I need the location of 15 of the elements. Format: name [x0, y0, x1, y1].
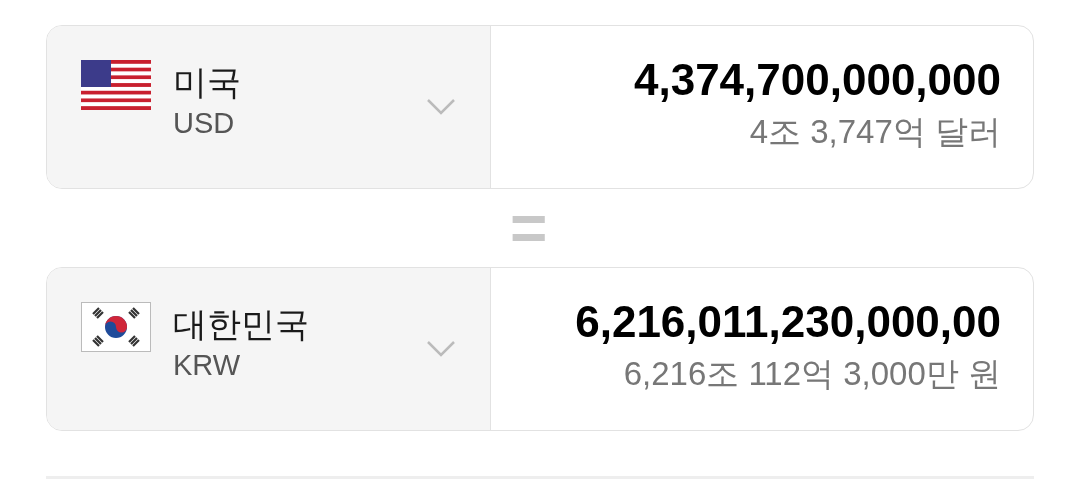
chevron-down-icon — [426, 98, 456, 116]
amount-value[interactable]: 6,216,011,230,000,00 — [575, 293, 1001, 351]
flag-icon — [81, 302, 151, 352]
flag-icon — [81, 60, 151, 110]
country-name: 대한민국 — [173, 304, 310, 345]
currency-code: USD — [173, 106, 236, 141]
currency-selector[interactable]: 미국 USD — [47, 26, 491, 188]
equals-sign: = — [510, 191, 548, 266]
currency-selector[interactable]: 대한민국 KRW — [47, 268, 491, 430]
amount-in-words: 6,216조 112억 3,000만 원 — [623, 354, 1001, 394]
currency-code: KRW — [173, 348, 242, 383]
amount-value[interactable]: 4,374,700,000,000 — [633, 51, 1001, 109]
country-name: 미국 — [173, 62, 242, 103]
chevron-down-icon — [426, 340, 456, 358]
amount-in-words: 4조 3,747억 달러 — [749, 112, 1001, 152]
